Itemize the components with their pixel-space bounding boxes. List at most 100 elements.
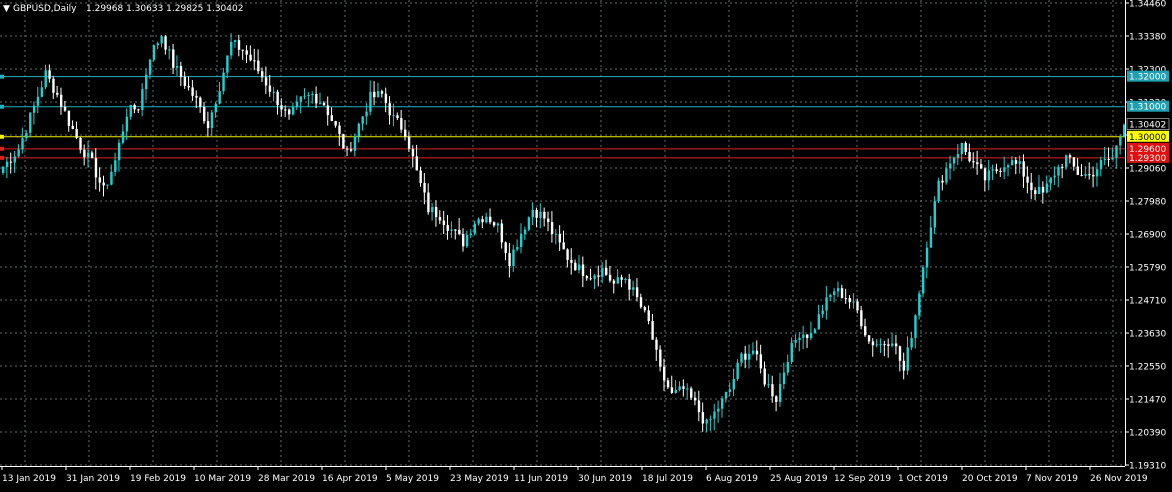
candle-body bbox=[840, 288, 844, 298]
candle-body bbox=[558, 233, 562, 243]
date-tick-label: 16 Apr 2019 bbox=[322, 474, 378, 484]
bullish-candle bbox=[485, 212, 488, 224]
candle-body bbox=[624, 279, 627, 281]
bullish-candle bbox=[728, 382, 732, 397]
bullish-candle bbox=[736, 359, 739, 381]
candle-body bbox=[121, 131, 125, 143]
level-price-label: 1.29300 bbox=[1129, 154, 1166, 164]
candle-body bbox=[775, 396, 778, 402]
candle-body bbox=[848, 298, 851, 303]
bearish-candle bbox=[492, 221, 496, 228]
bearish-candle bbox=[315, 86, 318, 109]
candle-body bbox=[411, 148, 415, 157]
date-tick-label: 20 Oct 2019 bbox=[962, 474, 1018, 484]
date-tick-label: 5 May 2019 bbox=[386, 474, 439, 484]
candle-body bbox=[647, 310, 650, 322]
bullish-candle bbox=[477, 217, 480, 226]
candle-body bbox=[346, 148, 349, 150]
date-tick-label: 7 Nov 2019 bbox=[1026, 474, 1078, 484]
bullish-candle bbox=[933, 196, 936, 234]
bullish-candle bbox=[577, 255, 581, 274]
bearish-candle bbox=[1088, 162, 1091, 180]
bearish-candle bbox=[647, 305, 650, 325]
bearish-candle bbox=[199, 96, 202, 113]
candle-body bbox=[999, 170, 1002, 172]
candle-body bbox=[867, 335, 871, 342]
bearish-candle bbox=[759, 344, 763, 374]
bearish-candle bbox=[338, 121, 341, 146]
bearish-candle bbox=[666, 377, 670, 390]
candle-body bbox=[539, 211, 542, 218]
bearish-candle bbox=[697, 390, 701, 422]
candle-body bbox=[160, 36, 163, 44]
bullish-candle bbox=[813, 327, 817, 334]
bearish-candle bbox=[245, 45, 248, 64]
bearish-candle bbox=[1076, 158, 1080, 176]
candle-body bbox=[307, 95, 310, 97]
bullish-candle bbox=[25, 129, 28, 142]
candle-body bbox=[1061, 166, 1064, 168]
bearish-candle bbox=[670, 375, 674, 394]
price-chart[interactable]: 1.344601.333801.323001.312201.301401.290… bbox=[0, 0, 1172, 488]
bullish-candle bbox=[991, 164, 994, 180]
bearish-candle bbox=[164, 35, 167, 55]
candle-body bbox=[798, 337, 801, 341]
candle-body bbox=[809, 333, 813, 339]
candle-body bbox=[388, 103, 391, 116]
bullish-candle bbox=[527, 216, 531, 232]
bullish-candle bbox=[1115, 145, 1118, 169]
candle-body bbox=[303, 95, 306, 97]
candle-body bbox=[972, 161, 975, 163]
candle-body bbox=[1045, 183, 1049, 193]
bearish-candle bbox=[396, 112, 399, 121]
bullish-candle bbox=[291, 102, 295, 116]
bearish-candle bbox=[260, 67, 264, 83]
candle-body bbox=[902, 360, 906, 371]
candle-body bbox=[543, 211, 546, 219]
candle-body bbox=[90, 152, 94, 159]
candle-body bbox=[13, 156, 16, 163]
candle-body bbox=[117, 142, 121, 161]
bullish-candle bbox=[921, 265, 925, 298]
bearish-candle bbox=[67, 110, 71, 132]
chart-canvas[interactable]: 1.344601.333801.323001.312201.301401.290… bbox=[0, 0, 1172, 488]
candle-body bbox=[264, 77, 268, 86]
bearish-candle bbox=[635, 278, 639, 302]
candle-body bbox=[183, 77, 187, 86]
candle-body bbox=[1115, 145, 1118, 158]
bullish-candle bbox=[531, 202, 534, 226]
bullish-candle bbox=[1057, 164, 1060, 188]
candle-body bbox=[612, 280, 616, 284]
bullish-candle bbox=[794, 334, 797, 348]
bearish-candle bbox=[346, 145, 349, 157]
bearish-candle bbox=[693, 391, 697, 406]
bearish-candle bbox=[639, 293, 643, 309]
candle-body bbox=[361, 116, 364, 124]
date-tick-label: 25 Aug 2019 bbox=[770, 474, 828, 484]
bearish-candle bbox=[844, 288, 848, 304]
candle-body bbox=[620, 277, 623, 280]
candle-body bbox=[751, 350, 755, 354]
price-tick-label: 1.29060 bbox=[1129, 165, 1166, 175]
candle-body bbox=[570, 259, 573, 263]
bearish-candle bbox=[203, 101, 206, 124]
bearish-candle bbox=[968, 143, 971, 163]
candle-body bbox=[492, 222, 496, 226]
bullish-candle bbox=[554, 229, 558, 245]
candle-body bbox=[1119, 137, 1122, 146]
bullish-candle bbox=[353, 133, 357, 157]
candle-body bbox=[720, 398, 724, 409]
bullish-candle bbox=[40, 80, 44, 98]
candle-body bbox=[864, 326, 867, 336]
candle-body bbox=[164, 36, 167, 50]
bullish-candle bbox=[295, 95, 299, 110]
bearish-candle bbox=[504, 241, 507, 261]
bearish-candle bbox=[458, 218, 461, 236]
candle-body bbox=[860, 310, 863, 327]
candle-body bbox=[1076, 166, 1080, 175]
bearish-candle bbox=[241, 49, 245, 60]
candle-body bbox=[434, 206, 438, 217]
candle-body bbox=[1088, 174, 1091, 176]
bearish-candle bbox=[682, 379, 685, 397]
bullish-candle bbox=[914, 314, 917, 349]
